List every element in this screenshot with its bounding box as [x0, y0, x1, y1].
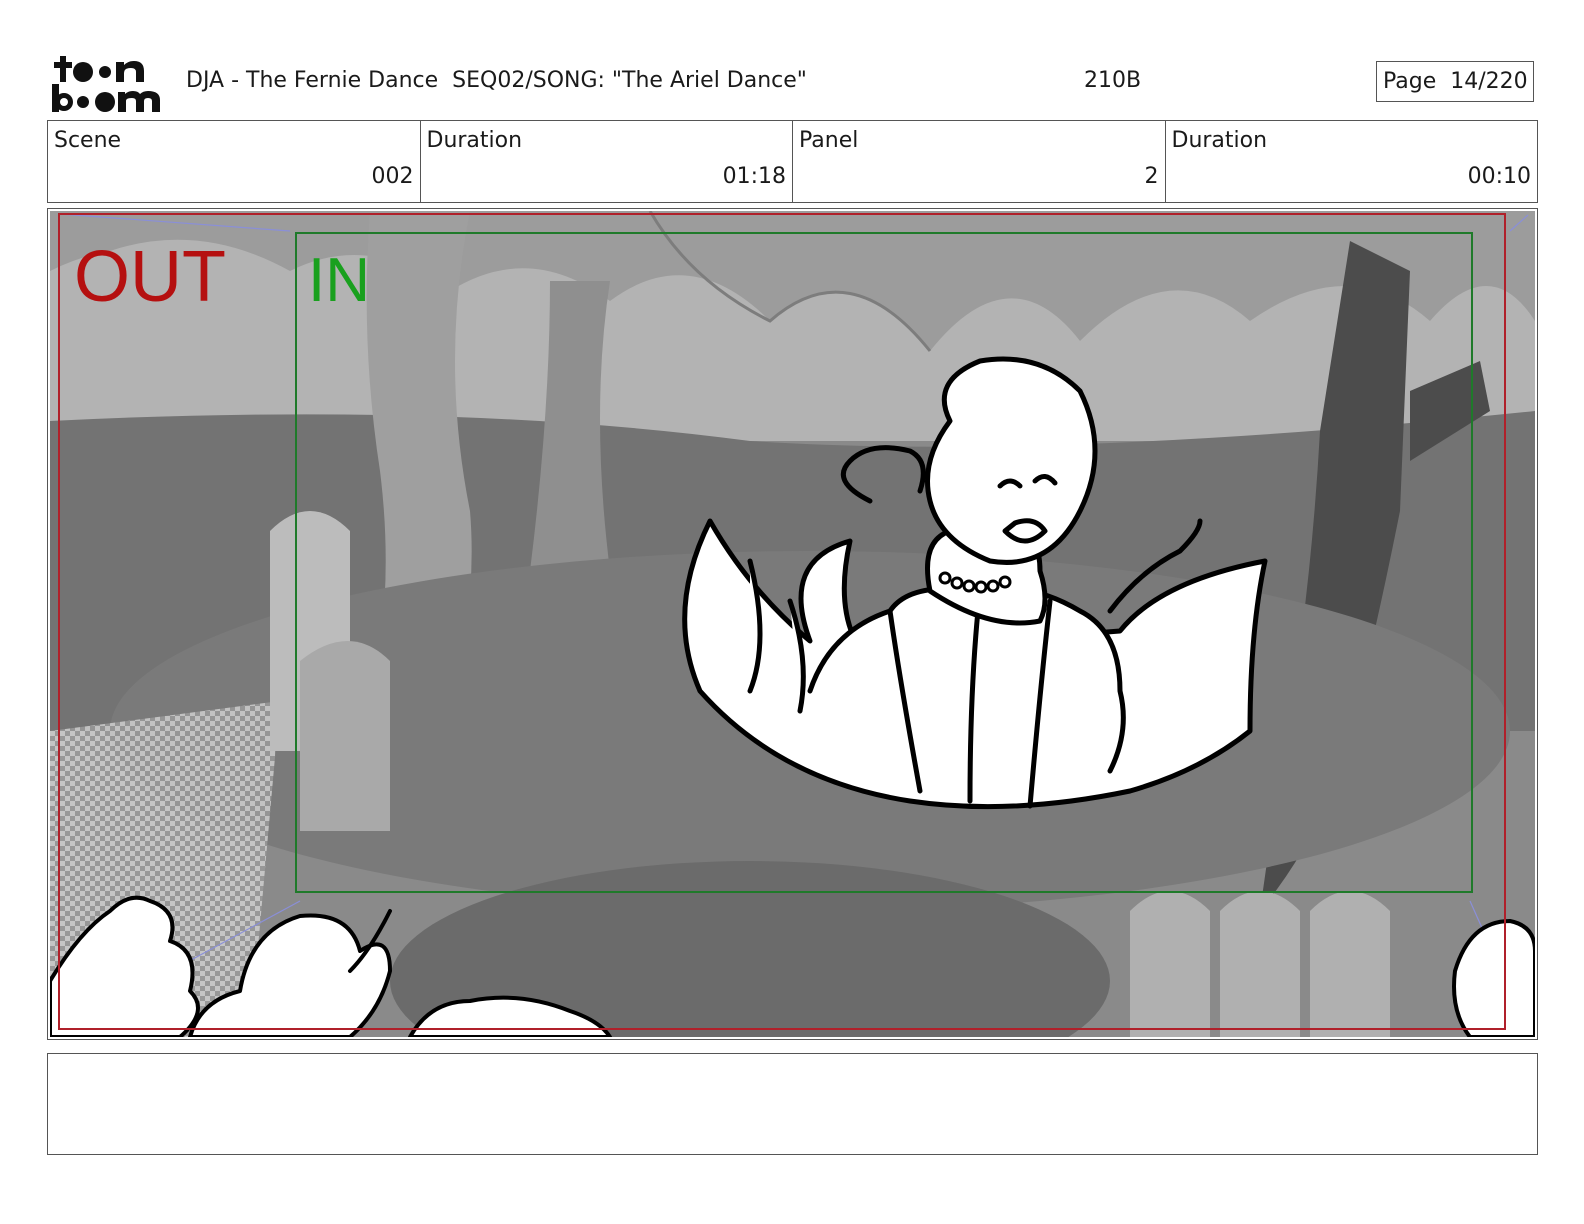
page-code: 210B: [1084, 68, 1142, 93]
scene-value: 002: [371, 164, 414, 189]
out-label: OUT: [74, 237, 226, 317]
scene-duration-cell: Duration 01:18: [421, 121, 793, 202]
panel-label: Panel: [799, 128, 859, 153]
in-label: IN: [308, 246, 370, 315]
toon-boom-logo: [52, 56, 160, 112]
panel-cell: Panel 2: [793, 121, 1166, 202]
scene-info-row: Scene 002 Duration 01:18 Panel 2 Duratio…: [47, 120, 1538, 203]
panel-caption-box: [47, 1053, 1538, 1155]
scene-label: Scene: [54, 128, 122, 153]
scene-cell: Scene 002: [48, 121, 421, 202]
page-indicator: Page 14/220: [1376, 61, 1534, 102]
scene-duration-value: 01:18: [722, 164, 786, 189]
document-title: DJA - The Fernie Dance SEQ02/SONG: "The …: [186, 68, 807, 93]
panel-duration-value: 00:10: [1467, 164, 1531, 189]
scene-duration-label: Duration: [426, 128, 523, 153]
storyboard-panel-image: OUT IN: [50, 211, 1535, 1037]
panel-duration-label: Duration: [1171, 128, 1268, 153]
panel-value: 2: [1144, 164, 1159, 189]
panel-duration-cell: Duration 00:10: [1166, 121, 1538, 202]
